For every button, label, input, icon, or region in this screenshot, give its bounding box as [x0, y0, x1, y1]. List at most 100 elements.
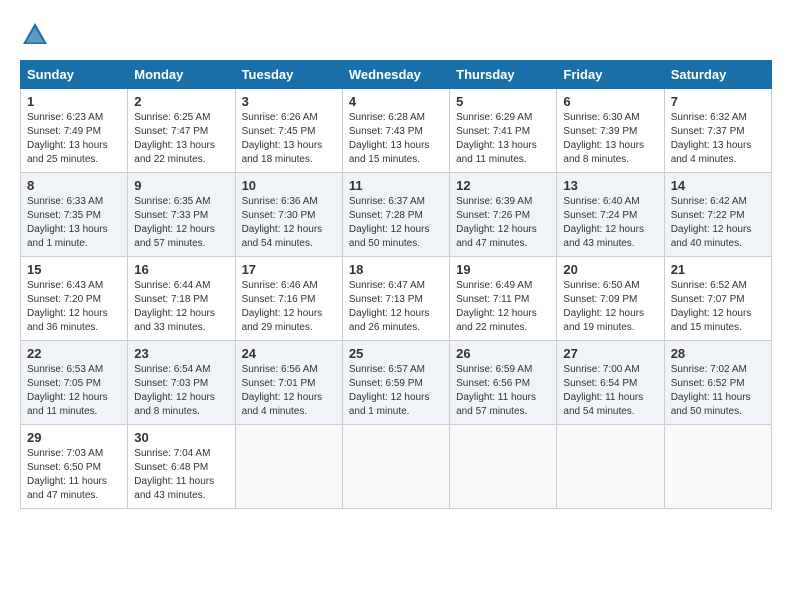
- calendar-cell: 9 Sunrise: 6:35 AM Sunset: 7:33 PM Daylig…: [128, 173, 235, 257]
- calendar-cell: 22 Sunrise: 6:53 AM Sunset: 7:05 PM Dayli…: [21, 341, 128, 425]
- header-day-friday: Friday: [557, 61, 664, 89]
- day-info: Sunrise: 6:32 AM Sunset: 7:37 PM Dayligh…: [671, 111, 765, 167]
- day-info: Sunrise: 7:00 AM Sunset: 6:54 PM Dayligh…: [563, 363, 657, 419]
- day-info: Sunrise: 6:37 AM Sunset: 7:28 PM Dayligh…: [349, 195, 443, 251]
- header-day-saturday: Saturday: [664, 61, 771, 89]
- day-number: 11: [349, 178, 443, 193]
- calendar-body: 1 Sunrise: 6:23 AM Sunset: 7:49 PM Daylig…: [21, 89, 772, 509]
- day-number: 30: [134, 430, 228, 445]
- day-info: Sunrise: 6:47 AM Sunset: 7:13 PM Dayligh…: [349, 279, 443, 335]
- day-info: Sunrise: 6:53 AM Sunset: 7:05 PM Dayligh…: [27, 363, 121, 419]
- day-info: Sunrise: 6:26 AM Sunset: 7:45 PM Dayligh…: [242, 111, 336, 167]
- header-row: SundayMondayTuesdayWednesdayThursdayFrid…: [21, 61, 772, 89]
- day-info: Sunrise: 6:30 AM Sunset: 7:39 PM Dayligh…: [563, 111, 657, 167]
- calendar-table: SundayMondayTuesdayWednesdayThursdayFrid…: [20, 60, 772, 509]
- day-number: 3: [242, 94, 336, 109]
- day-number: 8: [27, 178, 121, 193]
- day-info: Sunrise: 7:03 AM Sunset: 6:50 PM Dayligh…: [27, 447, 121, 503]
- calendar-week-4: 22 Sunrise: 6:53 AM Sunset: 7:05 PM Dayli…: [21, 341, 772, 425]
- calendar-cell: [342, 425, 449, 509]
- day-number: 15: [27, 262, 121, 277]
- calendar-cell: 21 Sunrise: 6:52 AM Sunset: 7:07 PM Dayli…: [664, 257, 771, 341]
- day-info: Sunrise: 6:57 AM Sunset: 6:59 PM Dayligh…: [349, 363, 443, 419]
- day-info: Sunrise: 6:56 AM Sunset: 7:01 PM Dayligh…: [242, 363, 336, 419]
- day-info: Sunrise: 6:42 AM Sunset: 7:22 PM Dayligh…: [671, 195, 765, 251]
- calendar-cell: [664, 425, 771, 509]
- day-info: Sunrise: 6:39 AM Sunset: 7:26 PM Dayligh…: [456, 195, 550, 251]
- day-info: Sunrise: 6:50 AM Sunset: 7:09 PM Dayligh…: [563, 279, 657, 335]
- calendar-week-5: 29 Sunrise: 7:03 AM Sunset: 6:50 PM Dayli…: [21, 425, 772, 509]
- day-info: Sunrise: 6:33 AM Sunset: 7:35 PM Dayligh…: [27, 195, 121, 251]
- day-info: Sunrise: 7:02 AM Sunset: 6:52 PM Dayligh…: [671, 363, 765, 419]
- calendar-cell: 20 Sunrise: 6:50 AM Sunset: 7:09 PM Dayli…: [557, 257, 664, 341]
- calendar-cell: [557, 425, 664, 509]
- day-number: 14: [671, 178, 765, 193]
- calendar-header: SundayMondayTuesdayWednesdayThursdayFrid…: [21, 61, 772, 89]
- day-info: Sunrise: 6:29 AM Sunset: 7:41 PM Dayligh…: [456, 111, 550, 167]
- logo-icon: [20, 20, 50, 50]
- header-day-sunday: Sunday: [21, 61, 128, 89]
- calendar-cell: 19 Sunrise: 6:49 AM Sunset: 7:11 PM Dayli…: [450, 257, 557, 341]
- day-info: Sunrise: 6:40 AM Sunset: 7:24 PM Dayligh…: [563, 195, 657, 251]
- day-number: 24: [242, 346, 336, 361]
- day-number: 25: [349, 346, 443, 361]
- day-number: 13: [563, 178, 657, 193]
- calendar-cell: 14 Sunrise: 6:42 AM Sunset: 7:22 PM Dayli…: [664, 173, 771, 257]
- day-info: Sunrise: 6:28 AM Sunset: 7:43 PM Dayligh…: [349, 111, 443, 167]
- calendar-week-1: 1 Sunrise: 6:23 AM Sunset: 7:49 PM Daylig…: [21, 89, 772, 173]
- day-number: 29: [27, 430, 121, 445]
- day-info: Sunrise: 6:59 AM Sunset: 6:56 PM Dayligh…: [456, 363, 550, 419]
- day-number: 7: [671, 94, 765, 109]
- day-info: Sunrise: 6:23 AM Sunset: 7:49 PM Dayligh…: [27, 111, 121, 167]
- header-day-monday: Monday: [128, 61, 235, 89]
- logo: [20, 20, 54, 50]
- calendar-cell: 25 Sunrise: 6:57 AM Sunset: 6:59 PM Dayli…: [342, 341, 449, 425]
- day-number: 12: [456, 178, 550, 193]
- calendar-cell: 23 Sunrise: 6:54 AM Sunset: 7:03 PM Dayli…: [128, 341, 235, 425]
- day-info: Sunrise: 6:46 AM Sunset: 7:16 PM Dayligh…: [242, 279, 336, 335]
- day-number: 10: [242, 178, 336, 193]
- day-number: 9: [134, 178, 228, 193]
- header-day-wednesday: Wednesday: [342, 61, 449, 89]
- calendar-week-3: 15Sunrise: 6:43 AM Sunset: 7:20 PM Dayli…: [21, 257, 772, 341]
- calendar-cell: 26 Sunrise: 6:59 AM Sunset: 6:56 PM Dayli…: [450, 341, 557, 425]
- calendar-cell: 4 Sunrise: 6:28 AM Sunset: 7:43 PM Daylig…: [342, 89, 449, 173]
- day-number: 2: [134, 94, 228, 109]
- day-number: 1: [27, 94, 121, 109]
- day-number: 17: [242, 262, 336, 277]
- day-number: 23: [134, 346, 228, 361]
- header-day-thursday: Thursday: [450, 61, 557, 89]
- calendar-cell: [450, 425, 557, 509]
- calendar-cell: 11 Sunrise: 6:37 AM Sunset: 7:28 PM Dayli…: [342, 173, 449, 257]
- calendar-cell: 24 Sunrise: 6:56 AM Sunset: 7:01 PM Dayli…: [235, 341, 342, 425]
- day-number: 16: [134, 262, 228, 277]
- day-info: Sunrise: 6:54 AM Sunset: 7:03 PM Dayligh…: [134, 363, 228, 419]
- calendar-cell: 17 Sunrise: 6:46 AM Sunset: 7:16 PM Dayli…: [235, 257, 342, 341]
- page-header: [20, 20, 772, 50]
- calendar-cell: 28Sunrise: 7:02 AM Sunset: 6:52 PM Dayli…: [664, 341, 771, 425]
- day-info: Sunrise: 6:49 AM Sunset: 7:11 PM Dayligh…: [456, 279, 550, 335]
- day-number: 6: [563, 94, 657, 109]
- calendar-cell: 1 Sunrise: 6:23 AM Sunset: 7:49 PM Daylig…: [21, 89, 128, 173]
- day-number: 22: [27, 346, 121, 361]
- day-number: 4: [349, 94, 443, 109]
- day-info: Sunrise: 6:52 AM Sunset: 7:07 PM Dayligh…: [671, 279, 765, 335]
- day-number: 26: [456, 346, 550, 361]
- day-number: 21: [671, 262, 765, 277]
- calendar-cell: 18Sunrise: 6:47 AM Sunset: 7:13 PM Dayli…: [342, 257, 449, 341]
- day-number: 19: [456, 262, 550, 277]
- day-info: Sunrise: 6:25 AM Sunset: 7:47 PM Dayligh…: [134, 111, 228, 167]
- calendar-cell: 6 Sunrise: 6:30 AM Sunset: 7:39 PM Daylig…: [557, 89, 664, 173]
- calendar-cell: 8 Sunrise: 6:33 AM Sunset: 7:35 PM Daylig…: [21, 173, 128, 257]
- calendar-cell: 30Sunrise: 7:04 AM Sunset: 6:48 PM Dayli…: [128, 425, 235, 509]
- header-day-tuesday: Tuesday: [235, 61, 342, 89]
- calendar-cell: 13 Sunrise: 6:40 AM Sunset: 7:24 PM Dayli…: [557, 173, 664, 257]
- day-number: 20: [563, 262, 657, 277]
- calendar-cell: 5Sunrise: 6:29 AM Sunset: 7:41 PM Daylig…: [450, 89, 557, 173]
- calendar-cell: 10Sunrise: 6:36 AM Sunset: 7:30 PM Dayli…: [235, 173, 342, 257]
- calendar-cell: 7 Sunrise: 6:32 AM Sunset: 7:37 PM Daylig…: [664, 89, 771, 173]
- day-info: Sunrise: 6:35 AM Sunset: 7:33 PM Dayligh…: [134, 195, 228, 251]
- calendar-cell: [235, 425, 342, 509]
- calendar-week-2: 8 Sunrise: 6:33 AM Sunset: 7:35 PM Daylig…: [21, 173, 772, 257]
- day-info: Sunrise: 6:44 AM Sunset: 7:18 PM Dayligh…: [134, 279, 228, 335]
